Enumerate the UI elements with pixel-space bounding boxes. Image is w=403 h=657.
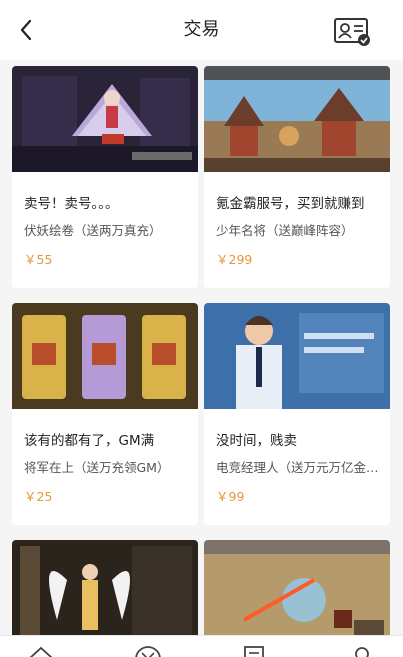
listing-card[interactable]: 氪金霸服号，买到就赚到 少年名将（送巅峰阵容） ￥299 xyxy=(204,66,390,288)
home-icon xyxy=(29,646,53,657)
back-button[interactable] xyxy=(12,14,40,46)
listing-price: ￥55 xyxy=(24,252,53,267)
listing-price: ￥25 xyxy=(24,489,53,504)
chevron-left-icon xyxy=(20,19,32,41)
listing-card[interactable]: 卖号！卖号。。。 伏妖绘卷（送两万真充） ￥55 xyxy=(12,66,198,288)
tab-game[interactable] xyxy=(133,644,163,657)
listing-card[interactable]: 该有的都有了，GM满 将军在上（送万充领GM） ￥25 xyxy=(12,303,198,525)
listing-thumbnail xyxy=(12,303,198,409)
top-nav-bar: 交易 xyxy=(0,0,403,60)
identity-verify-button[interactable] xyxy=(333,17,373,47)
listing-grid: 卖号！卖号。。。 伏妖绘卷（送两万真充） ￥55 氪金霸服号，买到就赚到 少年名… xyxy=(0,60,403,635)
game-icon xyxy=(135,646,161,657)
listing-title: 没时间，贱卖 xyxy=(216,433,297,449)
listing-game: 将军在上（送万充领GM） xyxy=(24,460,170,475)
document-icon xyxy=(244,646,264,657)
listing-price: ￥99 xyxy=(216,489,245,504)
listing-card[interactable]: 没时间，贱卖 电竞经理人（送万元万亿金币） ￥99 xyxy=(204,303,390,525)
listing-title: 氪金霸服号，买到就赚到 xyxy=(216,196,365,212)
listing-game: 伏妖绘卷（送两万真充） xyxy=(24,223,162,238)
tab-profile[interactable] xyxy=(347,644,377,657)
tab-trade[interactable] xyxy=(240,644,270,657)
listing-game: 电竞经理人（送万元万亿金币） xyxy=(216,460,382,475)
bottom-tab-bar xyxy=(0,635,403,657)
listing-card[interactable] xyxy=(12,540,198,635)
listing-title: 该有的都有了，GM满 xyxy=(24,433,155,449)
listing-title: 卖号！卖号。。。 xyxy=(24,196,119,212)
listing-price: ￥299 xyxy=(216,252,253,267)
id-card-check-icon xyxy=(334,18,370,46)
listing-card[interactable] xyxy=(204,540,390,635)
profile-icon xyxy=(355,647,369,657)
listing-thumbnail xyxy=(204,66,390,172)
listing-thumbnail xyxy=(204,303,390,409)
listing-thumbnail xyxy=(204,540,390,635)
listing-thumbnail xyxy=(12,540,198,635)
listing-game: 少年名将（送巅峰阵容） xyxy=(216,223,354,238)
listing-thumbnail xyxy=(12,66,198,172)
tab-home[interactable] xyxy=(26,644,56,657)
